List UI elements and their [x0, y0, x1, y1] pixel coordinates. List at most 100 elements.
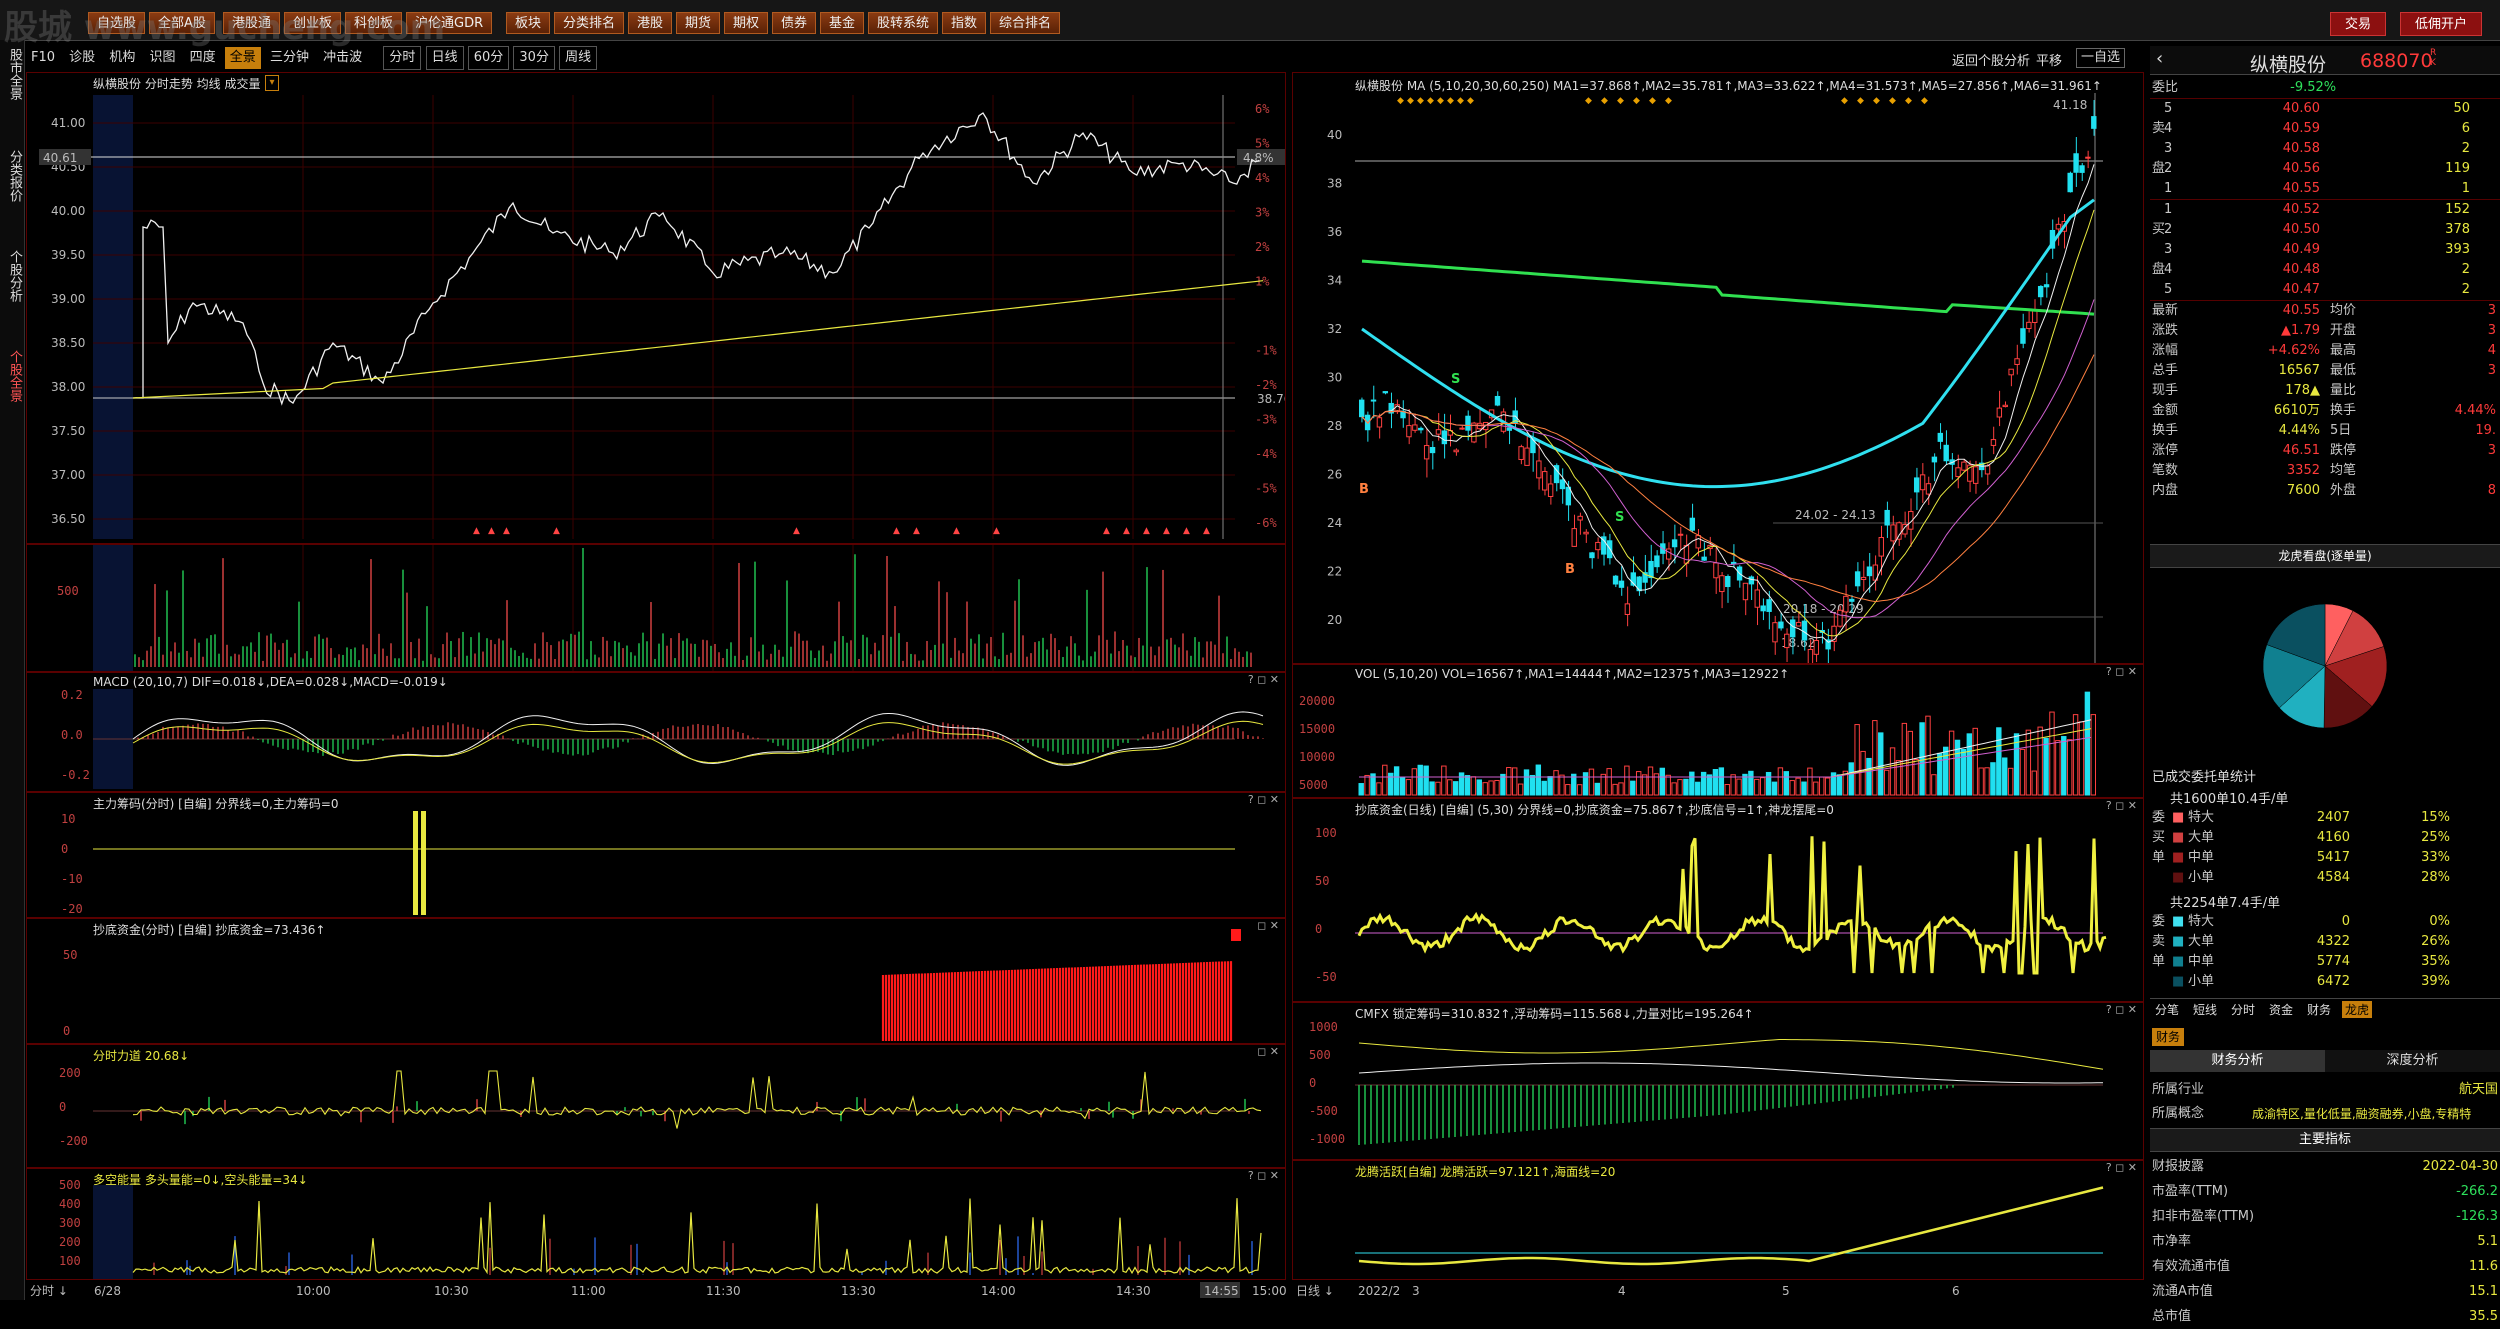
- signal-diamond: ◆: [1905, 96, 1912, 106]
- category-button[interactable]: 港股: [628, 12, 673, 34]
- pan-toggle[interactable]: 平移: [2036, 50, 2062, 69]
- stat-row: 涨跌 ▲1.79 开盘 3: [2150, 321, 2500, 341]
- finance-tab[interactable]: 财务: [2152, 1028, 2185, 1046]
- stat-value: 3: [2487, 323, 2496, 338]
- buy-sell-marker: B: [1359, 482, 1369, 497]
- candle-body: [1854, 571, 1861, 587]
- tab-four-degree[interactable]: 四度: [185, 47, 221, 69]
- candle-body: [1760, 605, 1766, 612]
- quote-subtab[interactable]: 资金: [2266, 1001, 2296, 1018]
- main-force-tick-label: 0: [61, 842, 68, 856]
- main-force-chart[interactable]: 10 0 -10 -20: [27, 793, 1285, 917]
- candle-body: [1671, 539, 1678, 548]
- category-button[interactable]: 综合排名: [990, 12, 1061, 34]
- finance-analysis-tab[interactable]: 财务分析: [2150, 1050, 2325, 1072]
- stat-value: 3: [2487, 363, 2496, 378]
- quote-subtab[interactable]: 分笔: [2152, 1001, 2182, 1018]
- daily-volume-bar: [1677, 779, 1683, 796]
- candle-body: [1494, 395, 1501, 406]
- tab-f10[interactable]: F10: [26, 47, 60, 69]
- sell-volume: 6: [2461, 121, 2470, 136]
- daily-bottom-fund-chart[interactable]: 100 50 0 -50: [1293, 799, 2143, 1001]
- sell-volume: 119: [2445, 161, 2470, 176]
- power-chart[interactable]: 500 400 300 200 100: [27, 1169, 1285, 1279]
- indicator-label: 市净率: [2152, 1234, 2192, 1249]
- indicator-row: 市盈率(TTM) -266.2: [2152, 1179, 2498, 1204]
- candle-body: [1931, 456, 1938, 463]
- buy-level-row: 3 40.49 393: [2150, 240, 2500, 260]
- tab-pattern[interactable]: 识图: [144, 47, 180, 69]
- bottom-fund-chart[interactable]: 50 0: [27, 919, 1285, 1043]
- sidebar-item-stock-analysis[interactable]: 个股分析: [2, 250, 22, 302]
- sell-price: 40.58: [2282, 141, 2320, 156]
- stat-label: 换手: [2152, 423, 2179, 438]
- quote-subtab[interactable]: 分时: [2228, 1001, 2258, 1018]
- candle-body: [1459, 427, 1465, 430]
- sidebar-item-stock-overview[interactable]: 个股全景: [2, 350, 22, 402]
- daily-kline-chart[interactable]: 403836343230282624222041.1818.6224.02 - …: [1293, 73, 2143, 663]
- tab-institution[interactable]: 机构: [104, 47, 140, 69]
- quote-subtab[interactable]: 龙虎: [2342, 1001, 2373, 1018]
- quote-subtab[interactable]: 短线: [2190, 1001, 2220, 1018]
- category-button[interactable]: 板块: [506, 12, 551, 34]
- main-indicators-title: 主要指标: [2150, 1128, 2500, 1152]
- strength-chart[interactable]: 200 0 -200: [27, 1045, 1285, 1167]
- signal-marker: ▲: [1163, 526, 1170, 536]
- intraday-volume-chart[interactable]: 500: [27, 545, 1285, 671]
- tab-shock-wave[interactable]: 冲击波: [318, 47, 367, 69]
- order-size-pie-chart: [2262, 603, 2388, 729]
- tab-weekly[interactable]: 周线: [559, 46, 598, 70]
- dragon-chart[interactable]: [1293, 1161, 2143, 1279]
- category-button[interactable]: 指数: [942, 12, 987, 34]
- tab-daily[interactable]: 日线: [425, 46, 464, 70]
- order-size-swatch: ■: [2172, 870, 2185, 885]
- daily-volume-bar: [1393, 766, 1400, 796]
- tab-overview[interactable]: 全景: [224, 47, 261, 69]
- date-tick-label: 3: [1412, 1284, 1420, 1298]
- candle-body: [1725, 576, 1731, 588]
- margin-open-account-button[interactable]: 低佣开户: [2400, 12, 2483, 36]
- intraday-macd-panel: MACD (20,10,7) DIF=0.018↓,DEA=0.028↓,MAC…: [26, 672, 1286, 792]
- cmfx-chart[interactable]: 1000 500 0 -500 -1000: [1293, 1003, 2143, 1159]
- signal-diamond: ◆: [1457, 96, 1464, 106]
- back-to-analysis-link[interactable]: 返回个股分析: [1952, 50, 2030, 69]
- category-button[interactable]: 期货: [676, 12, 721, 34]
- strength-tick-label: -200: [59, 1134, 88, 1148]
- trade-button[interactable]: 交易: [2330, 12, 2387, 36]
- category-button[interactable]: 债券: [772, 12, 817, 34]
- buy-entrust-total: 共1600单10.4手/单: [2170, 792, 2289, 807]
- intraday-chart[interactable]: 41.0040.5040.0039.5039.0038.5038.0037.50…: [27, 73, 1285, 543]
- indicator-label: 总市值: [2152, 1309, 2192, 1324]
- sidebar-item-market-overview[interactable]: 股市全景: [2, 48, 22, 100]
- entrust-pct: 26%: [2421, 934, 2450, 949]
- tab-diagnose[interactable]: 诊股: [64, 47, 100, 69]
- time-tick-label: 10:00: [296, 1284, 331, 1298]
- candle-body: [2055, 223, 2062, 230]
- category-button[interactable]: 分类排名: [554, 12, 625, 34]
- tab-three-minute[interactable]: 三分钟: [265, 47, 314, 69]
- back-arrow-icon[interactable]: ‹: [2156, 48, 2163, 69]
- tab-intraday[interactable]: 分时: [383, 46, 422, 70]
- category-button[interactable]: 股转系统: [868, 12, 939, 34]
- sidebar-item-category-quote[interactable]: 分类报价: [2, 150, 22, 202]
- entrust-side-label: 单: [2152, 850, 2166, 865]
- industry-value[interactable]: 航天国: [2459, 1080, 2498, 1100]
- intraday-macd-chart[interactable]: 0.2 0.0 -0.2: [27, 673, 1285, 791]
- tab-60min[interactable]: 60分: [467, 46, 510, 70]
- quote-subtab[interactable]: 财务: [2304, 1001, 2334, 1018]
- floating-chip-line: [1358, 1062, 2104, 1084]
- daily-volume-bar: [1547, 776, 1553, 796]
- candle-body: [1524, 447, 1530, 466]
- order-size-swatch: ■: [2172, 810, 2185, 825]
- depth-analysis-tab[interactable]: 深度分析: [2325, 1050, 2500, 1072]
- category-button[interactable]: 基金: [820, 12, 865, 34]
- category-button[interactable]: 期权: [724, 12, 769, 34]
- watchlist-dropdown[interactable]: 一自选: [2076, 48, 2126, 68]
- concept-value[interactable]: 成渝特区,量化低量,融资融券,小盘,专精特: [2252, 1104, 2471, 1124]
- daily-volume-bar: [1712, 769, 1719, 796]
- sell-level: 5: [2164, 101, 2173, 116]
- dragon-active-panel: 龙腾活跃[自编] 龙腾活跃=97.121↑,海面线=20 ? ◻ ✕: [1292, 1160, 2144, 1280]
- tab-30min[interactable]: 30分: [513, 46, 555, 70]
- stat-label: 内盘: [2152, 483, 2179, 498]
- daily-volume-chart[interactable]: 20000 15000 10000 5000: [1293, 665, 2143, 797]
